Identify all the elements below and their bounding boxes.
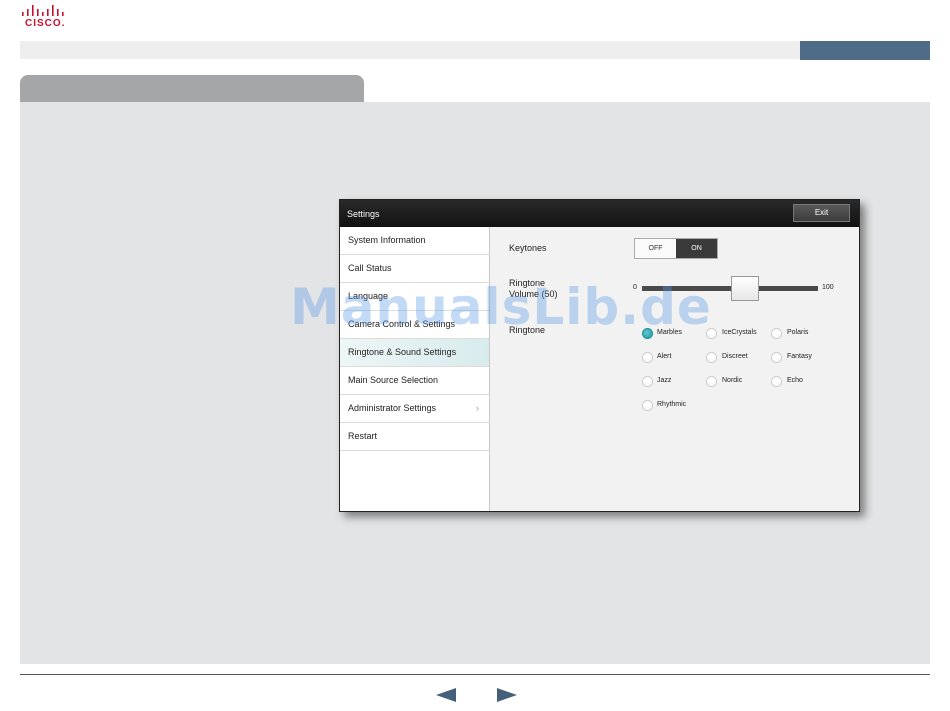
top-nav-active-tab[interactable] [800, 41, 930, 60]
sidebar-item-restart[interactable]: Restart [340, 423, 489, 451]
cisco-logo: CISCO. [22, 5, 68, 29]
radio-label-polaris: Polaris [787, 329, 809, 336]
radio-label-jazz: Jazz [657, 377, 672, 384]
keytones-label: Keytones [509, 243, 547, 253]
chevron-right-icon: › [476, 403, 479, 413]
radio-label-nordic: Nordic [722, 377, 743, 384]
radio-rhythmic[interactable] [642, 400, 653, 411]
radio-polaris[interactable] [771, 328, 782, 339]
radio-fantasy[interactable] [771, 352, 782, 363]
manual-page: CISCO. Settings Exit System Information … [0, 0, 950, 711]
volume-slider-handle[interactable] [731, 276, 759, 301]
sidebar-item-administrator-settings[interactable]: Administrator Settings › [340, 395, 489, 423]
cisco-bars-icon [22, 5, 64, 16]
sidebar-item-label: Ringtone & Sound Settings [348, 347, 457, 357]
triangle-left-icon[interactable] [436, 688, 456, 702]
sidebar-item-main-source[interactable]: Main Source Selection [340, 367, 489, 395]
sidebar-item-label: Administrator Settings [348, 403, 437, 413]
triangle-right-icon[interactable] [497, 688, 517, 702]
keytones-off-option[interactable]: OFF [635, 239, 676, 258]
footer-divider [20, 674, 930, 675]
radio-label-fantasy: Fantasy [787, 353, 812, 360]
radio-label-alert: Alert [657, 353, 672, 360]
section-header-tab [20, 75, 364, 103]
radio-label-icecrystals: IceCrystals [722, 329, 757, 336]
radio-label-echo: Echo [787, 377, 803, 384]
radio-echo[interactable] [771, 376, 782, 387]
sidebar-item-label: Call Status [348, 263, 392, 273]
exit-button[interactable]: Exit [793, 204, 850, 222]
radio-label-discreet: Discreet [722, 353, 748, 360]
settings-window: Settings Exit System Information Call St… [339, 199, 860, 512]
top-navigation-bar [20, 41, 930, 59]
radio-alert[interactable] [642, 352, 653, 363]
radio-jazz[interactable] [642, 376, 653, 387]
sidebar-item-ringtone-sound[interactable]: Ringtone & Sound Settings [340, 339, 489, 367]
settings-sidebar: System Information Call Status Language … [340, 227, 490, 511]
radio-discreet[interactable] [706, 352, 717, 363]
sidebar-item-label: Main Source Selection [348, 375, 439, 385]
keytones-on-option[interactable]: ON [676, 239, 717, 258]
watermark-text: ManualsLib.de [290, 278, 712, 336]
volume-max-label: 100 [822, 284, 834, 291]
radio-nordic[interactable] [706, 376, 717, 387]
sidebar-item-label: Restart [348, 431, 378, 441]
keytones-toggle[interactable]: OFF ON [634, 238, 718, 259]
cisco-wordmark: CISCO. [25, 18, 66, 29]
window-title-bar: Settings Exit [340, 200, 859, 227]
radio-label-rhythmic: Rhythmic [657, 401, 687, 408]
sidebar-item-label: System Information [348, 235, 426, 245]
sidebar-item-system-information[interactable]: System Information [340, 227, 489, 255]
window-title: Settings [347, 209, 380, 219]
